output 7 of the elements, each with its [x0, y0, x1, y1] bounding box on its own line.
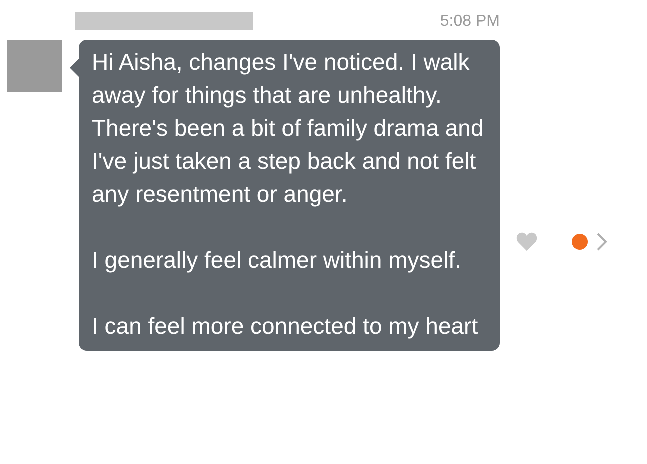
- message-time: 5:08 PM: [440, 14, 500, 30]
- like-button[interactable]: [516, 232, 538, 252]
- avatar: [7, 40, 62, 92]
- message-text: I generally feel calmer within myself.: [92, 246, 462, 275]
- message-text: Hi Aisha, changes I've noticed. I walk away for things that are unhealthy. There's been a bit of family drama and I've just taken a step back and not felt any resentment or anger.: [92, 48, 485, 209]
- chevron-right-icon[interactable]: [597, 233, 607, 251]
- message-text: I can feel more connected to my heart: [92, 312, 480, 341]
